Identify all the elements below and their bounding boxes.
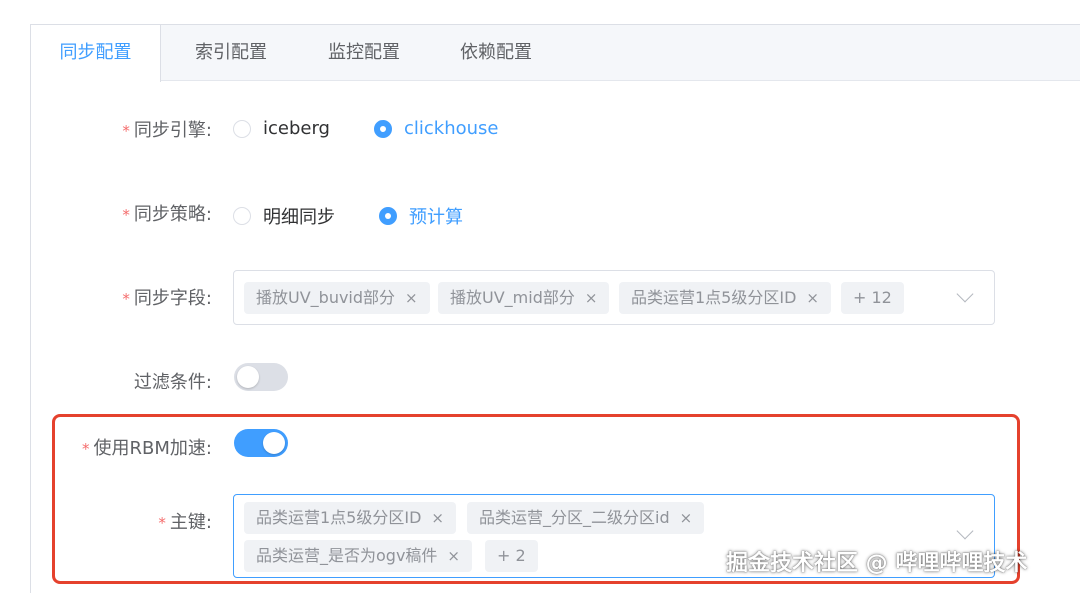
radio-unchecked-icon xyxy=(233,207,251,225)
filter-label: 过滤条件: xyxy=(12,368,212,394)
filter-toggle[interactable] xyxy=(234,363,288,391)
strategy-option-precompute[interactable]: 预计算 xyxy=(379,203,463,229)
fields-multiselect[interactable]: 播放UV_buvid部分 × 播放UV_mid部分 × 品类运营1点5级分区ID × … xyxy=(233,270,995,325)
radio-label: 预计算 xyxy=(409,207,463,228)
field-tag: 播放UV_mid部分 × xyxy=(438,282,610,314)
fields-label: * 同步字段: xyxy=(12,284,212,310)
required-mark: * xyxy=(122,122,130,140)
tab-index-config[interactable]: 索引配置 xyxy=(176,25,286,81)
toggle-knob xyxy=(237,366,259,388)
radio-checked-icon xyxy=(379,207,397,225)
engine-option-clickhouse[interactable]: clickhouse xyxy=(373,118,499,139)
required-mark: * xyxy=(122,206,130,224)
strategy-option-detail[interactable]: 明细同步 xyxy=(233,203,335,229)
credit-watermark: 掘金技术社区 @ 哔哩哔哩技术 xyxy=(726,551,1028,576)
page: kuaiyue(2024-6-18) kuaiyue(2024-6-18) ku… xyxy=(0,0,1080,593)
close-icon[interactable]: × xyxy=(806,289,819,307)
close-icon[interactable]: × xyxy=(405,289,418,307)
more-tags-count: + 12 xyxy=(841,282,904,314)
tag-text: 播放UV_mid部分 xyxy=(450,288,575,307)
tag-text: 播放UV_buvid部分 xyxy=(256,288,396,307)
field-tag: 品类运营1点5级分区ID × xyxy=(619,282,831,314)
radio-label: 明细同步 xyxy=(263,207,335,228)
tag-text: 品类运营1点5级分区ID xyxy=(631,288,797,307)
fields-label-text: 同步字段: xyxy=(133,288,212,309)
close-icon[interactable]: × xyxy=(585,289,598,307)
tab-sync-config[interactable]: 同步配置 xyxy=(31,25,161,82)
radio-unchecked-icon xyxy=(233,119,251,138)
radio-checked-icon xyxy=(373,119,392,138)
filter-label-text: 过滤条件: xyxy=(133,372,212,393)
field-tag: 播放UV_buvid部分 × xyxy=(244,282,430,314)
engine-option-iceberg[interactable]: iceberg xyxy=(233,118,330,139)
radio-label: clickhouse xyxy=(403,118,499,139)
tab-monitor-config[interactable]: 监控配置 xyxy=(309,25,419,81)
tab-dependency-config[interactable]: 依赖配置 xyxy=(441,25,551,81)
engine-label-text: 同步引擎: xyxy=(133,120,212,141)
radio-label: iceberg xyxy=(263,118,330,139)
chevron-down-icon[interactable] xyxy=(956,285,974,303)
strategy-label-text: 同步策略: xyxy=(133,204,212,225)
required-mark: * xyxy=(122,290,130,308)
engine-label: * 同步引擎: xyxy=(12,116,212,142)
engine-radio-group: iceberg clickhouse xyxy=(233,118,538,139)
tab-bar: 同步配置 索引配置 监控配置 依赖配置 xyxy=(31,25,1080,82)
strategy-radio-group: 明细同步 预计算 xyxy=(233,203,503,229)
strategy-label: * 同步策略: xyxy=(12,200,212,226)
